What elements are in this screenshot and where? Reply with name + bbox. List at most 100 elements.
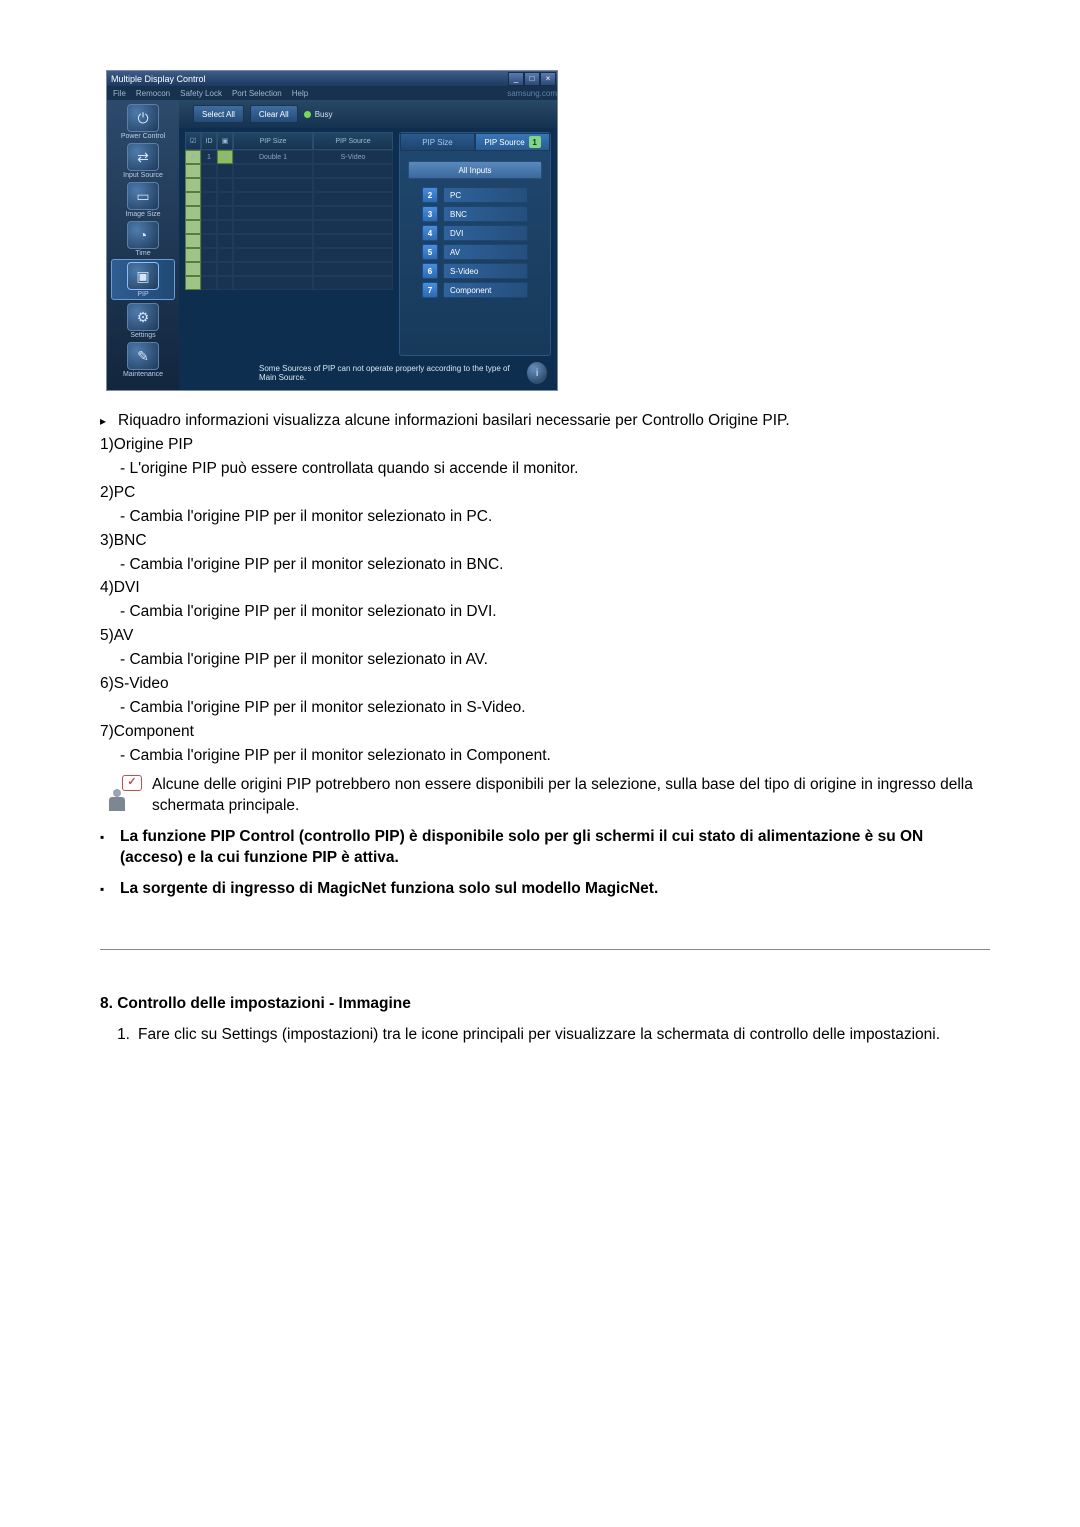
item-number: 6)	[100, 674, 114, 695]
sidebar-image-size[interactable]: ▭Image Size	[107, 180, 179, 219]
row-size	[233, 164, 313, 178]
sidebar-item-label: Time	[135, 250, 150, 257]
row-check[interactable]	[185, 234, 201, 248]
row-id	[201, 234, 217, 248]
row-id	[201, 248, 217, 262]
source-label: BNC	[443, 206, 528, 222]
sidebar-pip[interactable]: ▣PIP	[111, 259, 175, 300]
row-check[interactable]	[185, 178, 201, 192]
row-id	[201, 220, 217, 234]
item-label: BNC	[114, 531, 147, 552]
source-number: 6	[422, 263, 438, 279]
source-item-s-video[interactable]: 6S-Video	[422, 263, 528, 279]
sidebar-item-label: Input Source	[123, 172, 163, 179]
item-number: 5)	[100, 626, 114, 647]
item-description: - L'origine PIP può essere controllata q…	[120, 459, 578, 480]
gear-icon: ⚙	[137, 309, 150, 326]
tab-pip-size[interactable]: PIP Size	[400, 133, 475, 151]
busy-dot-icon	[304, 111, 311, 118]
menu-safety-lock[interactable]: Safety Lock	[180, 89, 222, 98]
sidebar-maintenance[interactable]: ✎Maintenance	[107, 340, 179, 379]
row-check[interactable]: ✓	[185, 150, 201, 164]
tab-label: PIP Source	[484, 138, 524, 147]
document-content: ▸Riquadro informazioni visualizza alcune…	[100, 411, 990, 1046]
item-description: - Cambia l'origine PIP per il monitor se…	[120, 650, 488, 671]
item-number: 2)	[100, 483, 114, 504]
source-label: AV	[443, 244, 528, 260]
item-description: - Cambia l'origine PIP per il monitor se…	[120, 746, 551, 767]
source-item-bnc[interactable]: 3BNC	[422, 206, 528, 222]
brand-link[interactable]: samsung.com	[507, 89, 557, 98]
busy-label: Busy	[315, 110, 333, 119]
titlebar: Multiple Display Control _ □ ×	[107, 71, 557, 86]
row-check[interactable]	[185, 192, 201, 206]
row-size	[233, 192, 313, 206]
menu-file[interactable]: File	[113, 89, 126, 98]
sidebar-item-label: Power Control	[121, 133, 165, 140]
row-id: 1	[201, 150, 217, 164]
time-icon: ◔	[139, 227, 147, 243]
source-item-pc[interactable]: 2PC	[422, 187, 528, 203]
sidebar-input-source[interactable]: ⇄ Input Source	[107, 141, 179, 180]
person-icon	[108, 789, 126, 811]
menu-port-selection[interactable]: Port Selection	[232, 89, 282, 98]
row-source	[313, 276, 393, 290]
source-item-av[interactable]: 5AV	[422, 244, 528, 260]
clear-all-button[interactable]: Clear All	[250, 105, 298, 123]
item-description: - Cambia l'origine PIP per il monitor se…	[120, 698, 526, 719]
col-id: ID	[201, 132, 217, 150]
row-check[interactable]	[185, 164, 201, 178]
source-number: 4	[422, 225, 438, 241]
row-id	[201, 192, 217, 206]
col-power: ▣	[217, 132, 233, 150]
item-number: 4)	[100, 578, 114, 599]
sidebar-time[interactable]: ◔ Time	[107, 219, 179, 258]
arrow-icon: ▸	[100, 411, 118, 429]
maximize-button[interactable]: □	[524, 72, 540, 86]
row-power	[217, 206, 233, 220]
pip-source-panel: PIP Size PIP Source1 All Inputs 2PC 3BNC 4…	[399, 132, 551, 356]
row-source	[313, 164, 393, 178]
row-power	[217, 276, 233, 290]
table-row[interactable]	[185, 206, 393, 220]
table-row[interactable]: ✓ 1 ● Double 1 S-Video	[185, 150, 393, 164]
row-check[interactable]	[185, 248, 201, 262]
item-label: S-Video	[114, 674, 169, 695]
table-row[interactable]	[185, 262, 393, 276]
row-size	[233, 178, 313, 192]
col-check[interactable]: ☑	[185, 132, 201, 150]
table-row[interactable]	[185, 276, 393, 290]
sidebar-power-control[interactable]: ⏻Power Control	[107, 102, 179, 141]
item-label: PC	[114, 483, 136, 504]
table-row[interactable]	[185, 178, 393, 192]
all-inputs-button[interactable]: All Inputs	[408, 161, 542, 179]
item-label: AV	[114, 626, 134, 647]
step-text: Fare clic su Settings (impostazioni) tra…	[138, 1025, 940, 1046]
table-row[interactable]	[185, 192, 393, 206]
input-icon: ⇄	[137, 149, 149, 166]
source-item-component[interactable]: 7Component	[422, 282, 528, 298]
sidebar-item-label: Settings	[130, 332, 155, 339]
source-item-dvi[interactable]: 4DVI	[422, 225, 528, 241]
row-size	[233, 220, 313, 234]
table-row[interactable]	[185, 220, 393, 234]
table-row[interactable]	[185, 164, 393, 178]
select-all-button[interactable]: Select All	[193, 105, 244, 123]
row-check[interactable]	[185, 206, 201, 220]
footer-note: Some Sources of PIP can not operate prop…	[179, 356, 557, 390]
table-row[interactable]	[185, 234, 393, 248]
row-source	[313, 192, 393, 206]
sidebar-settings[interactable]: ⚙ Settings	[107, 301, 179, 340]
table-row[interactable]	[185, 248, 393, 262]
row-source	[313, 262, 393, 276]
menu-remocon[interactable]: Remocon	[136, 89, 170, 98]
step-number: 1.	[100, 1025, 138, 1046]
row-check[interactable]	[185, 262, 201, 276]
sidebar-item-label: Image Size	[125, 211, 160, 218]
tab-pip-source[interactable]: PIP Source1	[475, 133, 550, 151]
minimize-button[interactable]: _	[508, 72, 524, 86]
close-button[interactable]: ×	[540, 72, 556, 86]
row-check[interactable]	[185, 276, 201, 290]
menu-help[interactable]: Help	[292, 89, 308, 98]
row-check[interactable]	[185, 220, 201, 234]
